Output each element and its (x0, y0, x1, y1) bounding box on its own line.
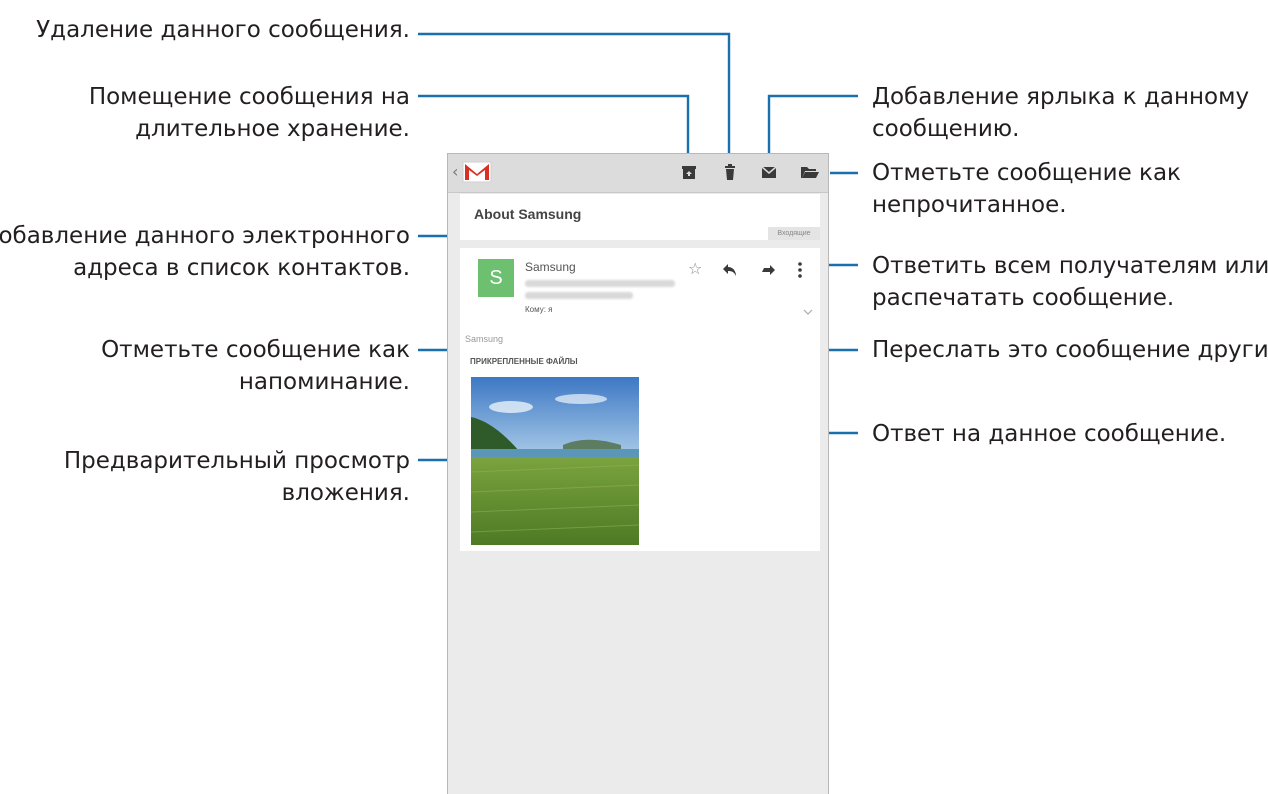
callout-more-line1: Ответить всем получателям или (872, 253, 1268, 279)
line-archive (418, 94, 690, 160)
folder-icon[interactable] (800, 163, 820, 181)
attachments-header: ПРИКРЕПЛЕННЫЕ ФАЙЛЫ (470, 357, 578, 366)
more-options-icon[interactable] (797, 261, 803, 279)
callout-delete: Удаление данного сообщения. (36, 14, 410, 46)
callout-preview-line2: вложения. (281, 480, 410, 506)
line-label (767, 94, 858, 160)
callout-delete-line1: Удаление данного сообщения. (36, 17, 410, 43)
star-icon[interactable]: ☆ (688, 259, 702, 278)
forward-icon[interactable] (760, 262, 776, 278)
callout-add-contact-line1: Добавление данного электронного (0, 223, 410, 249)
callout-forward-line1: Переслать это сообщение другим. (872, 337, 1268, 363)
avatar[interactable]: S (478, 259, 514, 297)
callout-add-contact: Добавление данного электронного адреса в… (0, 220, 410, 284)
sent-date-blurred (525, 292, 633, 299)
callout-label: Добавление ярлыка к данному сообщению. (872, 81, 1249, 145)
callout-mark-unread-line2: непрочитанное. (872, 192, 1067, 218)
callout-star-line1: Отметьте сообщение как (101, 337, 410, 363)
folder-badge: Входящие (768, 227, 820, 240)
callout-archive-line1: Помещение сообщения на (88, 84, 410, 110)
archive-icon[interactable] (680, 163, 698, 181)
callout-preview: Предварительный просмотр вложения. (64, 445, 410, 509)
callout-star-line2: напоминание. (238, 369, 410, 395)
sender-name: Samsung (525, 260, 576, 274)
callout-mark-unread-line1: Отметьте сообщение как (872, 160, 1181, 186)
callout-more-line2: распечатать сообщение. (872, 285, 1175, 311)
callout-label-line2: сообщению. (872, 116, 1020, 142)
phone-screen: ‹ About Samsung Входящие S Samsung Кому:… (447, 153, 829, 794)
subject-title: About Samsung (474, 206, 582, 222)
callout-label-line1: Добавление ярлыка к данному (872, 84, 1250, 110)
callout-reply: Ответ на данное сообщение. (872, 418, 1226, 450)
label-icon[interactable] (760, 163, 778, 181)
callout-archive: Помещение сообщения на длительное хранен… (89, 81, 410, 145)
gmail-logo-icon[interactable] (462, 159, 492, 185)
attachment-preview-image[interactable] (471, 377, 639, 545)
callout-archive-line2: длительное хранение. (135, 116, 410, 142)
chevron-down-icon[interactable] (803, 309, 813, 315)
back-icon[interactable]: ‹ (452, 162, 458, 181)
callout-add-contact-line2: адреса в список контактов. (73, 255, 410, 281)
message-card: S Samsung Кому: я ☆ Samsung ПРИКРЕПЛЕННЫ… (460, 248, 820, 551)
callout-more: Ответить всем получателям или распечатат… (872, 250, 1268, 314)
callout-forward: Переслать это сообщение другим. (872, 334, 1268, 366)
callout-preview-line1: Предварительный просмотр (63, 448, 410, 474)
action-bar: ‹ (448, 154, 828, 193)
message-snippet: Samsung (465, 334, 504, 344)
sender-email-blurred (525, 280, 675, 287)
recipient: Кому: я (525, 305, 553, 314)
callout-star: Отметьте сообщение как напоминание. (101, 334, 410, 398)
callout-reply-line1: Ответ на данное сообщение. (872, 421, 1227, 447)
delete-icon[interactable] (721, 163, 739, 181)
subject-card: About Samsung Входящие (460, 194, 820, 240)
reply-icon[interactable] (722, 262, 738, 278)
callout-mark-unread: Отметьте сообщение как непрочитанное. (872, 157, 1181, 221)
